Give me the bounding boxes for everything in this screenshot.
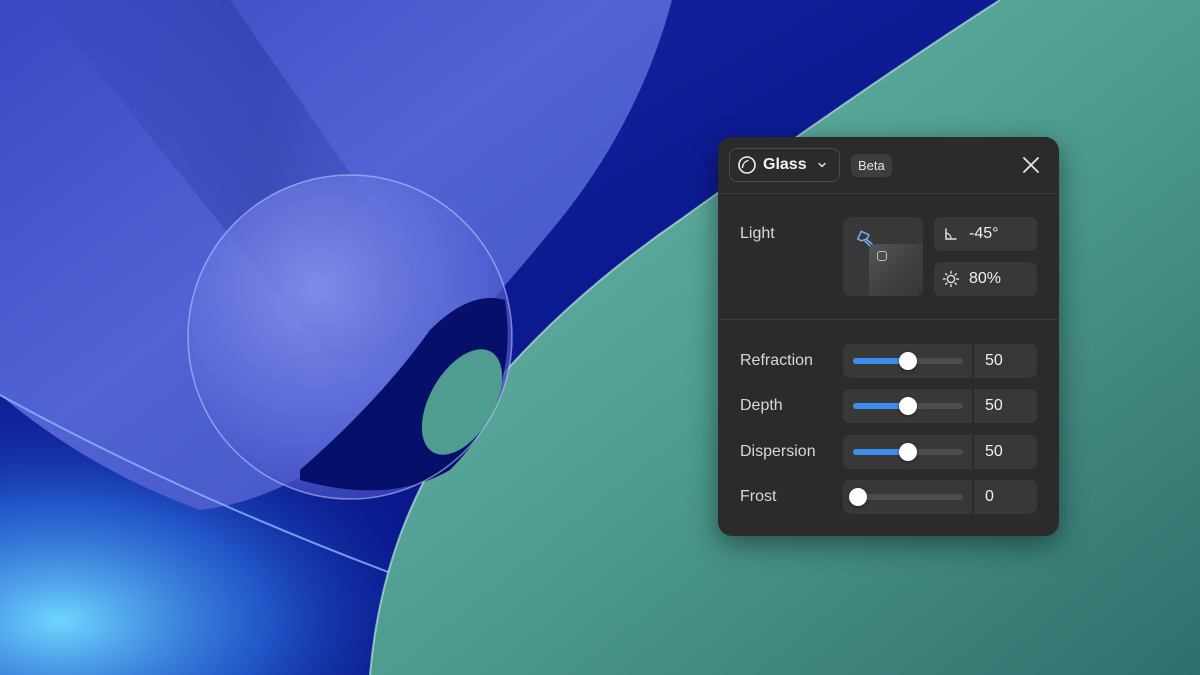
depth-value-field[interactable]: 50 [985, 389, 1003, 423]
light-label: Light [740, 225, 775, 242]
glass-effect-panel: Glass Beta Light -45° 80% Refraction 50 … [718, 137, 1059, 536]
refraction-slider-thumb[interactable] [899, 352, 917, 370]
light-position-handle[interactable] [877, 251, 887, 261]
dispersion-value-field[interactable]: 50 [985, 435, 1003, 469]
header-divider [718, 193, 1059, 194]
glass-circle-icon [737, 155, 757, 175]
dispersion-slider-thumb[interactable] [899, 443, 917, 461]
refraction-value-field[interactable]: 50 [985, 344, 1003, 378]
frost-slider-track[interactable] [849, 488, 963, 506]
spotlight-icon [856, 230, 873, 247]
effect-type-dropdown[interactable]: Glass [729, 148, 840, 182]
slider-separator [972, 389, 974, 423]
section-divider [718, 319, 1059, 320]
depth-label: Depth [740, 397, 783, 414]
sun-icon [942, 270, 960, 288]
depth-slider-track[interactable] [853, 397, 963, 415]
dispersion-slider-control: 50 [843, 435, 1037, 469]
refraction-slider-track[interactable] [853, 352, 963, 370]
depth-slider-thumb[interactable] [899, 397, 917, 415]
refraction-slider-control: 50 [843, 344, 1037, 378]
light-angle-value: -45° [969, 225, 999, 242]
depth-slider-control: 50 [843, 389, 1037, 423]
light-direction-pad[interactable] [843, 217, 923, 296]
light-intensity-field[interactable]: 80% [934, 262, 1037, 296]
effect-name: Glass [763, 156, 807, 173]
dispersion-label: Dispersion [740, 443, 816, 460]
slider-separator [972, 344, 974, 378]
light-intensity-value: 80% [969, 270, 1002, 287]
frost-slider-thumb[interactable] [849, 488, 867, 506]
panel-header: Glass Beta [718, 137, 1059, 193]
dispersion-slider-track[interactable] [853, 443, 963, 461]
angle-icon [942, 225, 960, 243]
slider-separator [972, 435, 974, 469]
frost-slider-control: 0 [843, 480, 1037, 514]
frost-label: Frost [740, 488, 777, 505]
close-button[interactable] [1019, 153, 1043, 177]
refraction-label: Refraction [740, 352, 813, 369]
frost-value-field[interactable]: 0 [985, 480, 994, 514]
light-angle-field[interactable]: -45° [934, 217, 1037, 251]
beta-badge: Beta [851, 154, 892, 177]
slider-separator [972, 480, 974, 514]
close-icon [1023, 157, 1039, 173]
chevron-down-icon [817, 160, 827, 170]
